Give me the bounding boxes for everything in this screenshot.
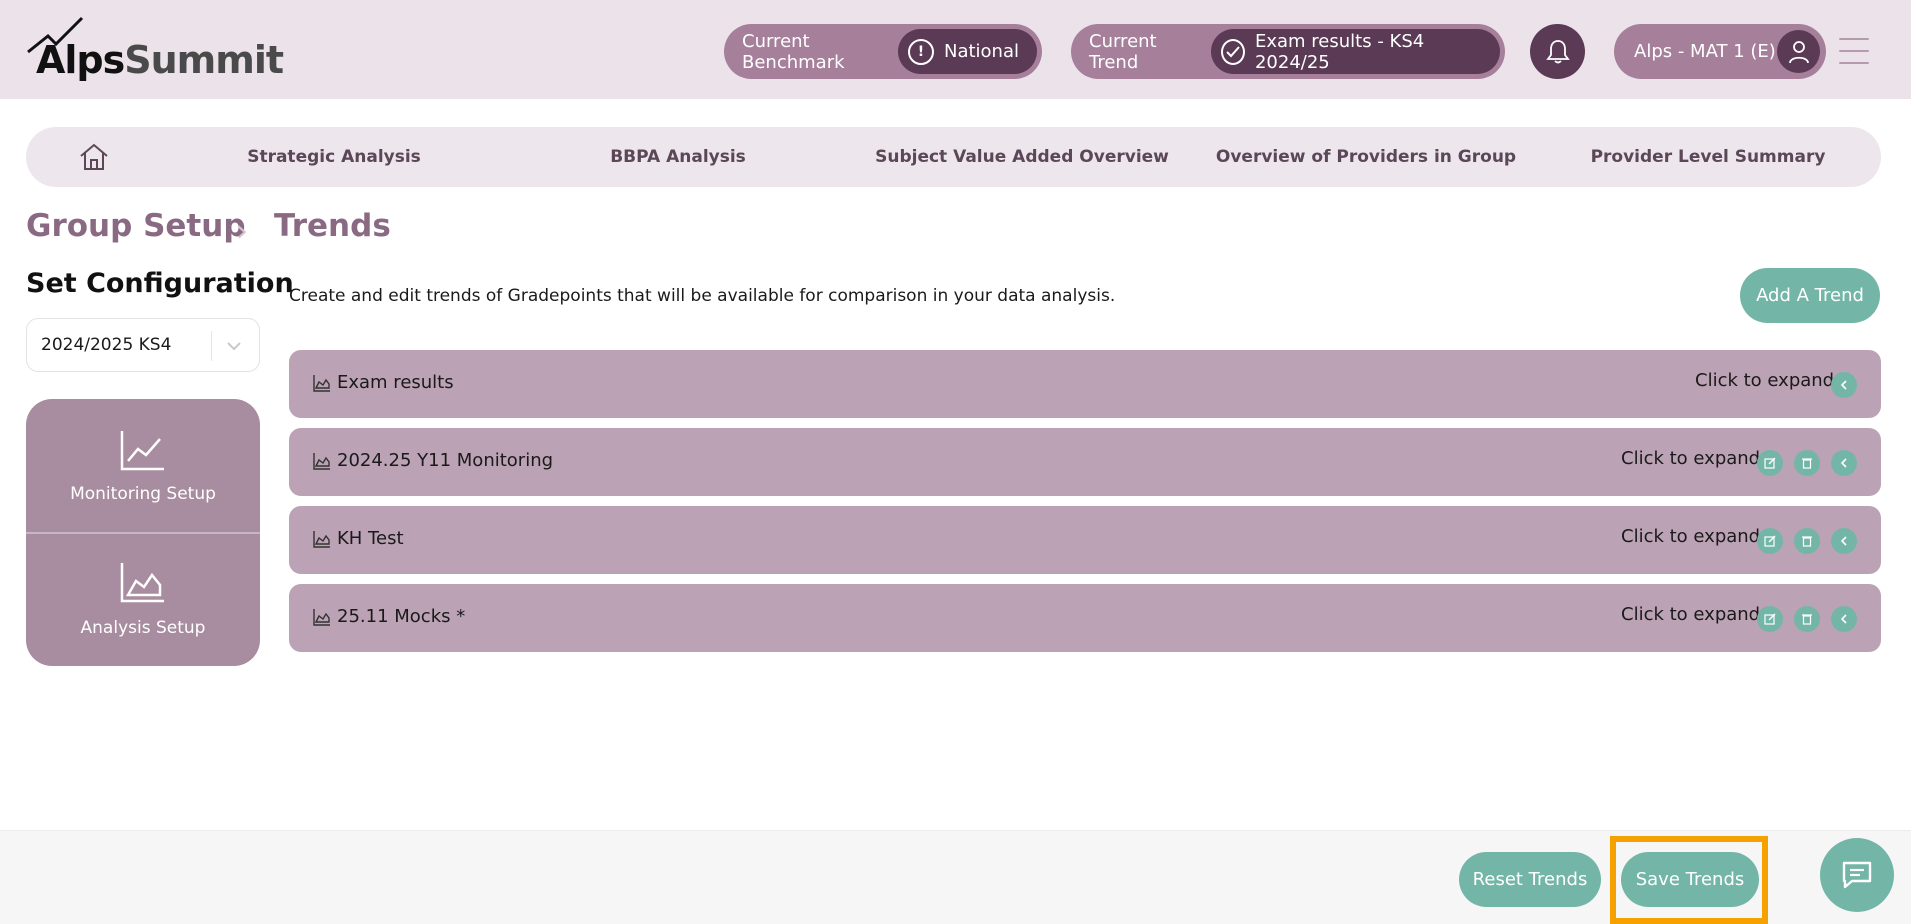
breadcrumb-trends: Trends <box>274 208 391 244</box>
area-chart-icon <box>120 563 164 603</box>
chevron-left-icon[interactable] <box>1831 450 1857 476</box>
trend-value: Exam results - KS4 2024/25 <box>1254 30 1425 73</box>
intro-text: Create and edit trends of Gradepoints th… <box>289 286 1116 306</box>
analysis-setup-button[interactable]: Analysis Setup <box>26 534 260 666</box>
user-icon <box>1788 40 1809 63</box>
trend-row[interactable]: 25.11 Mocks * Click to expand <box>289 584 1881 652</box>
trash-icon[interactable] <box>1794 606 1820 632</box>
nav-overview-providers[interactable]: Overview of Providers in Group <box>1216 147 1516 167</box>
user-menu[interactable]: Alps - MAT 1 (E) <box>1614 24 1826 79</box>
trend-name: KH Test <box>337 528 404 549</box>
benchmark-value: National <box>943 41 1019 62</box>
user-label: Alps - MAT 1 (E) <box>1634 41 1776 62</box>
logo-summit: Summit <box>124 38 284 82</box>
trend-label: Current Trend <box>1089 30 1157 73</box>
line-chart-icon <box>120 431 164 471</box>
setup-menu: Monitoring Setup Analysis Setup <box>26 399 260 666</box>
benchmark-value-chip[interactable]: ! National <box>897 29 1037 74</box>
trash-icon[interactable] <box>1794 450 1820 476</box>
main-nav: Strategic Analysis BBPA Analysis Subject… <box>26 127 1881 187</box>
user-avatar[interactable] <box>1777 30 1820 73</box>
nav-subject-value-added[interactable]: Subject Value Added Overview <box>875 147 1169 167</box>
notifications-button[interactable] <box>1530 24 1585 79</box>
trend-row[interactable]: Exam results Click to expand <box>289 350 1881 418</box>
click-to-expand-label[interactable]: Click to expand <box>1621 604 1760 625</box>
area-chart-icon <box>313 375 330 392</box>
chevron-left-icon[interactable] <box>1831 372 1857 398</box>
trash-icon[interactable] <box>1794 528 1820 554</box>
trend-row[interactable]: KH Test Click to expand <box>289 506 1881 574</box>
chevron-down-icon[interactable] <box>225 337 243 355</box>
trend-selector[interactable]: Current Trend Exam results - KS4 2024/25 <box>1071 24 1505 79</box>
configuration-select[interactable]: 2024/2025 KS4 <box>26 318 260 372</box>
alps-summit-logo[interactable]: AlpsSummit <box>26 14 284 84</box>
trend-name: 2024.25 Y11 Monitoring <box>337 450 554 471</box>
chevron-left-icon[interactable] <box>1831 528 1857 554</box>
set-configuration-title: Set Configuration <box>26 268 294 299</box>
chevron-left-icon[interactable] <box>1831 606 1857 632</box>
analysis-setup-label: Analysis Setup <box>80 618 206 638</box>
benchmark-label: Current Benchmark <box>742 30 845 73</box>
edit-icon[interactable] <box>1757 606 1783 632</box>
save-trends-highlight <box>1610 836 1768 924</box>
trend-name: Exam results <box>337 372 454 393</box>
trend-value-chip[interactable]: Exam results - KS4 2024/25 <box>1210 29 1500 74</box>
chat-button[interactable] <box>1820 838 1894 912</box>
bell-icon <box>1545 39 1570 63</box>
add-trend-button[interactable]: Add A Trend <box>1740 268 1880 323</box>
trend-row[interactable]: 2024.25 Y11 Monitoring Click to expand <box>289 428 1881 496</box>
click-to-expand-label[interactable]: Click to expand <box>1695 370 1834 391</box>
nav-provider-level-summary[interactable]: Provider Level Summary <box>1591 147 1826 167</box>
breadcrumb-chevron-icon: › <box>236 214 248 249</box>
check-icon <box>1220 38 1245 65</box>
area-chart-icon <box>313 531 330 548</box>
edit-icon[interactable] <box>1757 450 1783 476</box>
top-header: AlpsSummit Current Benchmark ! National … <box>0 0 1911 99</box>
monitoring-setup-label: Monitoring Setup <box>70 484 216 504</box>
breadcrumb-group-setup[interactable]: Group Setup <box>26 208 246 244</box>
hamburger-menu-icon[interactable] <box>1839 38 1869 64</box>
logo-alps: Alps <box>36 38 125 82</box>
nav-bbpa-analysis[interactable]: BBPA Analysis <box>610 147 746 167</box>
configuration-select-value: 2024/2025 KS4 <box>41 335 172 355</box>
monitoring-setup-button[interactable]: Monitoring Setup <box>26 399 260 532</box>
click-to-expand-label[interactable]: Click to expand <box>1621 448 1760 469</box>
area-chart-icon <box>313 453 330 470</box>
nav-strategic-analysis[interactable]: Strategic Analysis <box>247 147 421 167</box>
benchmark-selector[interactable]: Current Benchmark ! National <box>724 24 1042 79</box>
home-icon[interactable] <box>78 142 110 172</box>
reset-trends-button[interactable]: Reset Trends <box>1459 852 1601 907</box>
area-chart-icon <box>313 609 330 626</box>
chat-icon <box>1842 861 1872 889</box>
alert-icon: ! <box>907 38 934 65</box>
trend-name: 25.11 Mocks * <box>337 606 466 627</box>
edit-icon[interactable] <box>1757 528 1783 554</box>
click-to-expand-label[interactable]: Click to expand <box>1621 526 1760 547</box>
